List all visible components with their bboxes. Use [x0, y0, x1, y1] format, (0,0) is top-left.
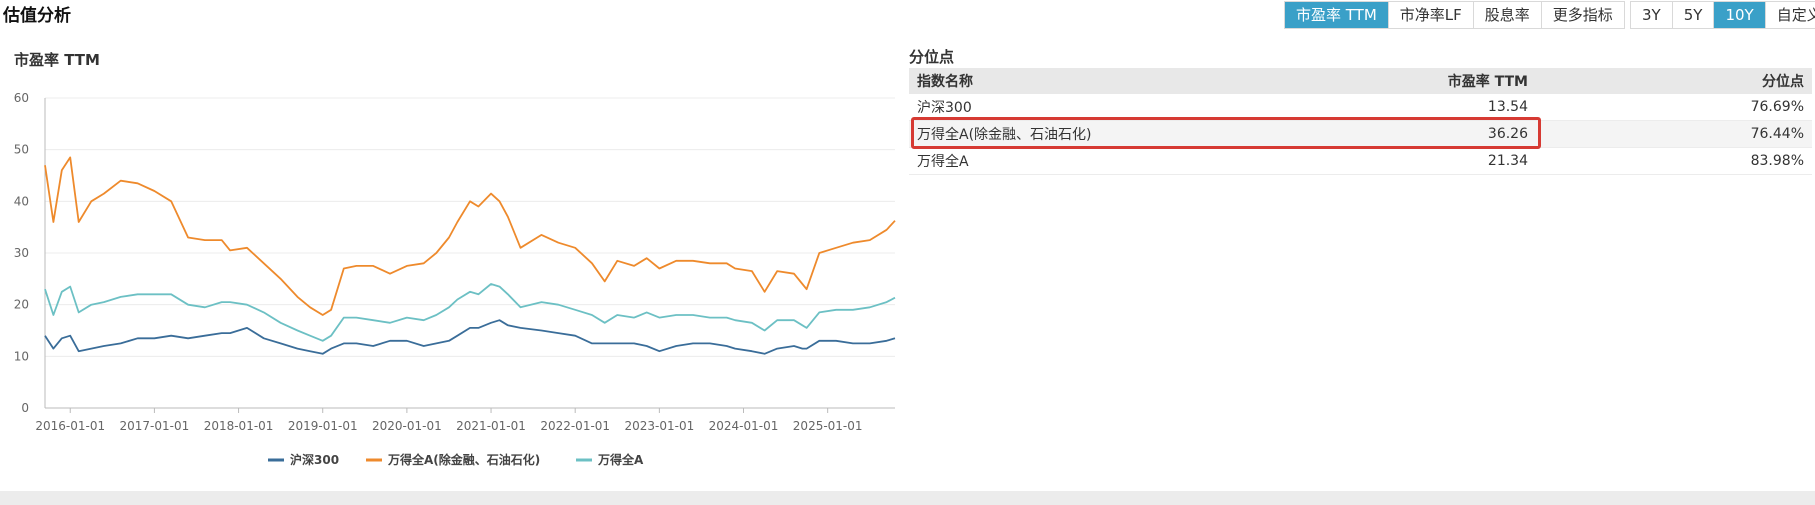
y-tick-label: 20	[14, 298, 29, 312]
legend-label: 万得全A	[597, 452, 644, 467]
table-header-row: 指数名称 市盈率 TTM 分位点	[909, 68, 1812, 94]
table-title: 分位点	[909, 48, 955, 66]
range-tab-group: 3Y 5Y 10Y 自定义	[1630, 1, 1815, 29]
table-row[interactable]: 万得全A 21.34 83.98%	[909, 147, 1812, 175]
series-line-0	[44, 319, 896, 355]
y-tick-label: 60	[14, 91, 29, 105]
series-line-2	[44, 283, 896, 342]
tab-pb-lf[interactable]: 市净率LF	[1387, 2, 1473, 28]
y-tick-label: 0	[21, 401, 29, 415]
x-tick-label: 2022-01-01	[540, 419, 610, 433]
cell-percentile: 83.98%	[1536, 147, 1812, 175]
legend-label: 万得全A(除金融、石油石化)	[387, 452, 540, 467]
x-tick-label: 2017-01-01	[120, 419, 190, 433]
x-tick-label: 2024-01-01	[709, 419, 779, 433]
x-tick-label: 2025-01-01	[793, 419, 863, 433]
tab-dividend-yield[interactable]: 股息率	[1472, 2, 1541, 28]
range-10y-button[interactable]: 10Y	[1713, 2, 1765, 28]
col-percentile: 分位点	[1536, 68, 1812, 94]
bottom-scroll-area	[0, 491, 1815, 505]
cell-percentile: 76.44%	[1536, 120, 1812, 148]
y-tick-label: 10	[14, 349, 29, 363]
tab-pe-ttm[interactable]: 市盈率 TTM	[1285, 2, 1388, 28]
range-custom-button[interactable]: 自定义	[1764, 2, 1815, 28]
col-pe-ttm: 市盈率 TTM	[1100, 68, 1536, 94]
row-highlight-box	[911, 117, 1541, 149]
x-tick-label: 2018-01-01	[204, 419, 274, 433]
y-tick-label: 40	[14, 194, 29, 208]
chart-title: 市盈率 TTM	[14, 51, 100, 69]
legend-label: 沪深300	[290, 452, 339, 467]
cell-index-name: 万得全A	[909, 147, 1100, 175]
x-tick-label: 2020-01-01	[372, 419, 442, 433]
tab-more-indicators[interactable]: 更多指标	[1540, 2, 1624, 28]
x-tick-label: 2023-01-01	[624, 419, 694, 433]
col-index-name: 指数名称	[909, 68, 1100, 94]
x-tick-label: 2016-01-01	[35, 419, 105, 433]
y-tick-label: 50	[14, 143, 29, 157]
page-title: 估值分析	[3, 6, 71, 26]
cell-percentile: 76.69%	[1536, 94, 1812, 121]
metric-tab-group: 市盈率 TTM 市净率LF 股息率 更多指标	[1284, 1, 1625, 29]
cell-pe: 21.34	[1100, 147, 1536, 175]
pe-line-chart: 0 10 20 30 40 50 60 2016-01-01 2017-01-01 2018-01…	[14, 91, 896, 467]
x-tick-label: 2021-01-01	[456, 419, 526, 433]
range-3y-button[interactable]: 3Y	[1631, 2, 1672, 28]
x-tick-label: 2019-01-01	[288, 419, 358, 433]
y-tick-label: 30	[14, 246, 29, 260]
range-5y-button[interactable]: 5Y	[1671, 2, 1714, 28]
